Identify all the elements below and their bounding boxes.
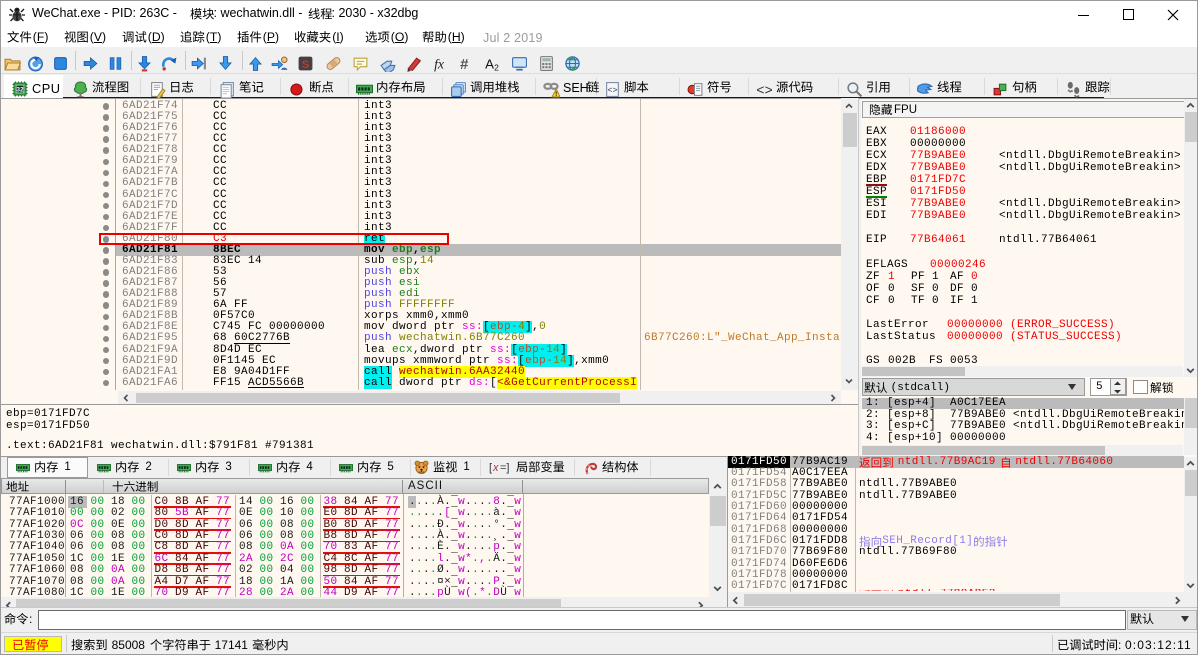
svg-text:fx: fx [434,56,445,71]
svg-text:32: 32 [16,86,24,93]
svg-text:!: ! [555,90,557,97]
svg-text:S: S [302,59,309,71]
svg-text:<>: <> [607,85,617,95]
svg-text:2: 2 [494,62,499,72]
svg-text:#: # [460,57,469,72]
svg-text:<>: <> [756,84,773,98]
svg-text:A: A [485,56,494,71]
